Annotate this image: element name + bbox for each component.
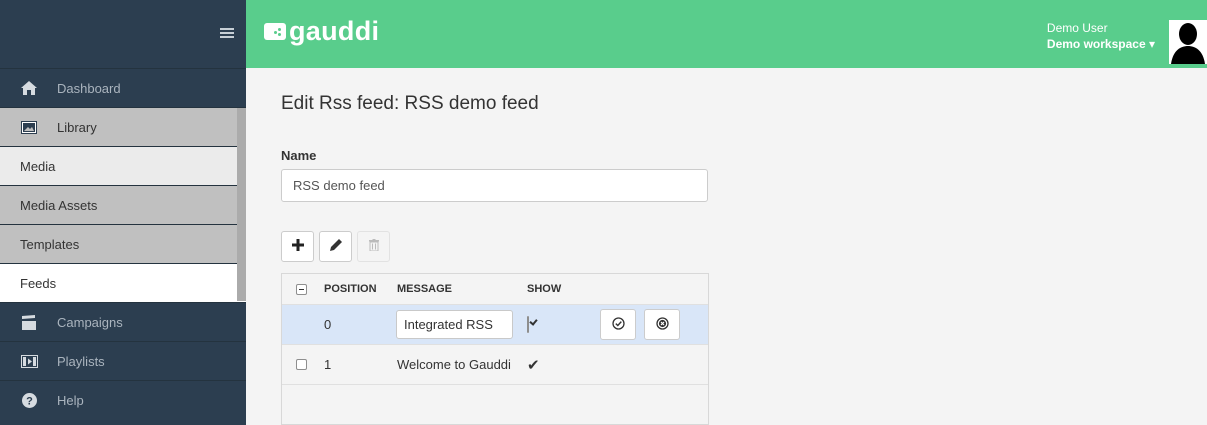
main-content: Edit Rss feed: RSS demo feed Name POSITI… — [246, 68, 1207, 425]
table-row[interactable]: 1 Welcome to Gauddi ✔ — [282, 344, 708, 384]
logo-text: gauddi — [289, 16, 380, 46]
svg-text:?: ? — [26, 395, 33, 407]
sidebar-item-label: Campaigns — [57, 314, 123, 330]
pencil-icon — [329, 239, 342, 254]
question-icon: ? — [20, 392, 38, 408]
plus-icon — [291, 239, 304, 254]
name-label: Name — [281, 148, 317, 163]
table-row-empty — [282, 384, 708, 425]
sidebar-item-label: Feeds — [20, 275, 57, 291]
sidebar-item-campaigns[interactable]: Campaigns — [0, 302, 246, 341]
check-circle-icon — [611, 316, 625, 333]
table-row[interactable]: 0 — [282, 304, 708, 344]
sidebar-item-label: Media — [20, 158, 56, 174]
save-row-button[interactable] — [600, 309, 636, 340]
sidebar-item-dashboard[interactable]: Dashboard — [0, 68, 246, 107]
sidebar-item-help[interactable]: ? Help — [0, 380, 246, 419]
feed-items-grid: POSITION MESSAGE SHOW 0 Integrated RSS 1… — [281, 273, 709, 425]
logo-mark-icon — [264, 23, 286, 40]
workspace-dropdown[interactable]: Demo workspace ▾ — [1047, 36, 1155, 52]
sidebar-item-label: Playlists — [57, 353, 105, 369]
sidebar-subitem-templates[interactable]: Templates — [0, 224, 246, 263]
grid-toolbar — [281, 231, 395, 262]
chevron-down-icon: ▾ — [1148, 37, 1155, 51]
hamburger-menu-icon[interactable] — [220, 28, 234, 39]
name-field[interactable] — [281, 169, 708, 202]
row-select-checkbox[interactable] — [296, 359, 307, 370]
sidebar-item-label: Library — [57, 119, 97, 135]
edit-button[interactable] — [319, 231, 352, 262]
sidebar-subitem-media[interactable]: Media — [0, 146, 246, 185]
sidebar-item-library[interactable]: Library — [0, 107, 246, 146]
sidebar-item-playlists[interactable]: Playlists — [0, 341, 246, 380]
sidebar-item-label: Dashboard — [57, 80, 121, 96]
row-message: Welcome to Gauddi — [397, 357, 511, 372]
sidebar-item-label: Help — [57, 392, 84, 408]
film-icon — [20, 353, 38, 369]
row-position: 0 — [324, 317, 332, 332]
sidebar-subitem-feeds[interactable]: Feeds — [0, 263, 246, 302]
delete-button[interactable] — [357, 231, 390, 262]
trash-icon — [368, 239, 379, 254]
cancel-row-button[interactable] — [644, 309, 680, 340]
select-all-checkbox[interactable] — [296, 283, 307, 295]
top-header: gauddi Demo User Demo workspace ▾ — [246, 0, 1207, 68]
logo[interactable]: gauddi — [264, 16, 379, 47]
image-icon — [20, 119, 38, 135]
add-button[interactable] — [281, 231, 314, 262]
grid-header: POSITION MESSAGE SHOW — [282, 274, 708, 304]
avatar[interactable] — [1169, 20, 1207, 64]
workspace-name: Demo workspace — [1046, 37, 1146, 51]
sidebar-top — [0, 0, 246, 68]
home-icon — [20, 80, 38, 96]
page-title: Edit Rss feed: RSS demo feed — [281, 93, 539, 114]
sidebar-item-label: Templates — [20, 236, 80, 252]
sidebar: Dashboard Library Media Media Assets Tem… — [0, 0, 246, 425]
user-name: Demo User — [1046, 21, 1108, 35]
sidebar-scrollbar[interactable] — [237, 108, 246, 301]
close-circle-icon — [655, 316, 669, 333]
column-header-show[interactable]: SHOW — [527, 283, 600, 295]
show-check-mark: ✔ — [527, 356, 540, 374]
message-input[interactable] — [396, 310, 513, 339]
column-header-message[interactable]: MESSAGE — [397, 283, 527, 295]
user-menu[interactable]: Demo User Demo workspace ▾ — [1047, 20, 1155, 52]
sidebar-subitem-media-assets[interactable]: Media Assets — [0, 185, 246, 224]
column-header-position[interactable]: POSITION — [321, 283, 397, 295]
sidebar-item-label: Media Assets — [20, 197, 98, 213]
clapperboard-icon — [20, 314, 38, 330]
show-checkbox[interactable] — [527, 316, 529, 333]
row-position: 1 — [324, 357, 332, 372]
